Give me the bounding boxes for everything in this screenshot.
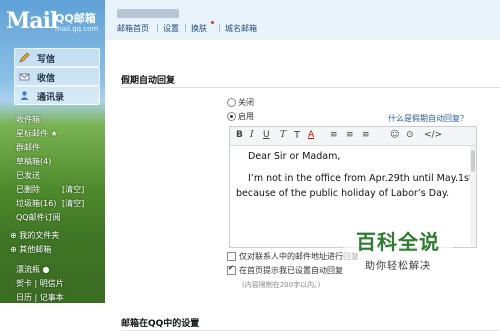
scrollbar-thumb[interactable] <box>471 150 475 172</box>
logo-mail-text: Mail <box>6 8 58 34</box>
italic-button[interactable]: I <box>250 130 254 140</box>
qq-mail-logo[interactable]: Mail QQ邮箱 mail.qq.com <box>6 8 101 38</box>
calendar-notepad-link[interactable]: 日历 | 记事本 <box>16 292 64 303</box>
folder-starred[interactable]: 星标邮件 ★ <box>16 128 58 139</box>
cards-postcards-link[interactable]: 贺卡 | 明信片 <box>16 278 64 289</box>
inbox-icon <box>19 73 30 81</box>
editor-line-1: Dear Sir or Madam, <box>248 151 341 162</box>
contacts-button[interactable]: 通讯录 <box>14 86 100 105</box>
compose-label: 写信 <box>37 55 56 65</box>
homepage-notice-checkbox[interactable] <box>227 264 236 275</box>
radio-enable[interactable] <box>227 112 236 121</box>
emoji-button[interactable]: ☺ <box>390 130 399 140</box>
bold-button[interactable]: B <box>236 130 243 140</box>
radio-disable-label: 关闭 <box>238 98 254 107</box>
radio-enable-label: 启用 <box>238 112 254 121</box>
nav-separator: | <box>218 23 221 32</box>
pencil-icon <box>19 52 30 63</box>
folder-spam[interactable]: 垃圾箱(16) <box>16 198 56 209</box>
nav-domain-mail[interactable]: 城名邮箱 <box>225 23 257 34</box>
font-size-button[interactable]: T <box>294 130 300 141</box>
vacation-reply-title: 假期自动回复 <box>121 76 176 86</box>
other-mailboxes-toggle[interactable]: ⊕ 其他邮箱 <box>10 244 51 255</box>
editor-line-3: because of the public holiday of Labor’s… <box>236 188 450 199</box>
contacts-only-label: 仅对联系人中的邮件地址进行回复 <box>239 252 359 261</box>
top-bar: 邮箱首页 | 设置 | 换肤 | 城名邮箱 <box>105 0 500 41</box>
watermark-subtitle: 助你轻松解决 <box>365 261 431 272</box>
editor-line-2: I’m not in the office from Apr.29th unti… <box>248 173 473 184</box>
underline-button[interactable]: U <box>263 130 270 140</box>
my-folders-toggle[interactable]: ⊕ 我的文件夹 <box>10 230 59 241</box>
blurred-user-info <box>117 9 179 18</box>
folder-inbox[interactable]: 收件箱 <box>16 114 40 125</box>
contacts-only-checkbox[interactable] <box>227 252 236 261</box>
nav-skin[interactable]: 换肤 <box>191 23 207 34</box>
font-color-button[interactable]: A <box>308 130 314 140</box>
radio-disable[interactable] <box>227 98 236 107</box>
skin-dot <box>211 21 214 24</box>
folder-drafts[interactable]: 草稿箱(4) <box>16 156 51 167</box>
align-button[interactable]: ≡ <box>330 130 338 140</box>
font-family-button[interactable]: T <box>280 130 286 140</box>
drift-bottle-link[interactable]: 漂流瓶 ● <box>16 264 50 275</box>
folder-subscriptions[interactable]: QQ邮件订阅 <box>16 212 61 223</box>
nav-settings[interactable]: 设置 <box>163 23 179 34</box>
qq-settings-title: 邮箱在QQ中的设置 <box>121 319 200 329</box>
help-link[interactable]: 什么是假期自动回复？ <box>388 113 468 124</box>
editor-toolbar: B I U T T A ≡ ≡ ≡ ☺ ⊙ </> <box>230 127 476 146</box>
editor-scrollbar[interactable] <box>470 146 476 246</box>
contacts-label: 通讯录 <box>37 93 65 103</box>
homepage-notice-label: 在首页提示我已设置自动回复 <box>239 266 343 275</box>
compose-button[interactable]: 写信 <box>14 48 100 67</box>
sidebar: Mail QQ邮箱 mail.qq.com 写信 收信 通讯录 收件箱 星标邮件… <box>0 0 105 303</box>
nav-mail-home[interactable]: 邮箱首页 <box>117 23 149 34</box>
empty-spam-link[interactable]: [清空] <box>62 198 84 209</box>
folder-sent[interactable]: 已发送 <box>16 170 40 181</box>
inbox-label: 收信 <box>37 74 56 84</box>
nav-separator: | <box>156 23 159 32</box>
contacts-icon <box>20 91 29 100</box>
empty-deleted-link[interactable]: [清空] <box>62 184 84 195</box>
baike-watermark: 百科全说 助你轻松解决 <box>343 224 453 276</box>
unordered-list-button[interactable]: ≡ <box>362 130 370 140</box>
logo-domain: mail.qq.com <box>55 25 99 33</box>
inbox-button[interactable]: 收信 <box>14 67 100 86</box>
ordered-list-button[interactable]: ≡ <box>346 130 354 140</box>
logo-qq-text: QQ邮箱 <box>55 12 96 25</box>
nav-separator: | <box>184 23 187 32</box>
divider <box>121 87 500 88</box>
folder-deleted[interactable]: 已删除 <box>16 184 40 195</box>
folder-group-mail[interactable]: 群邮件 <box>16 142 40 153</box>
source-code-button[interactable]: </> <box>424 130 442 140</box>
watermark-title: 百科全说 <box>356 230 440 254</box>
content-limit-note: (内容限制在200字以内。) <box>242 281 321 289</box>
link-button[interactable]: ⊙ <box>406 130 414 140</box>
